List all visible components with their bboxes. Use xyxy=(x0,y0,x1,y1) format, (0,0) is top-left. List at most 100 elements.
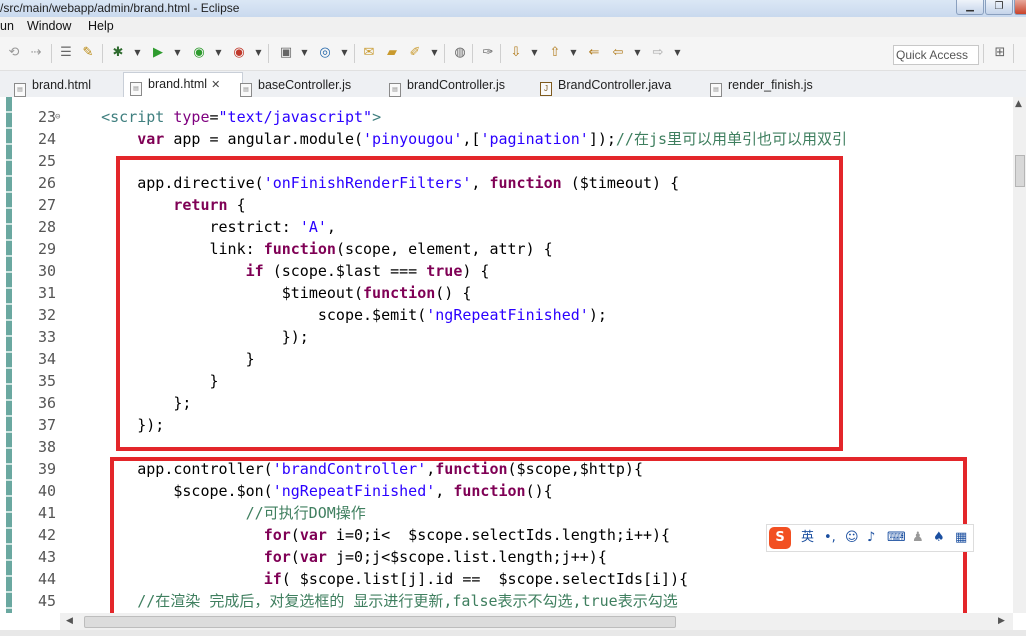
search-dropdown-icon[interactable]: ▼ xyxy=(430,45,439,61)
code-text: <script type="text/javascript"> xyxy=(65,106,381,128)
open-perspective-icon[interactable]: ⊞ xyxy=(992,45,1008,61)
tab-render-finish-js[interactable]: ▤ render_finish.js xyxy=(710,74,813,97)
scroll-left-icon[interactable]: ◀ xyxy=(66,616,73,626)
vertical-scroll-thumb[interactable] xyxy=(1015,155,1025,187)
prev-annotation-dropdown-icon[interactable]: ▼ xyxy=(569,45,578,61)
code-token: > xyxy=(372,108,382,126)
user-icon[interactable]: ♟ xyxy=(912,525,924,551)
punctuation-icon[interactable]: •, xyxy=(824,525,836,551)
scroll-right-icon[interactable]: ▶ xyxy=(998,616,1005,626)
toolbox-icon[interactable]: ▦ xyxy=(955,525,967,551)
new-class-dropdown-icon[interactable]: ▼ xyxy=(340,45,349,61)
code-token: app = angular.module( xyxy=(164,130,364,148)
pin-icon[interactable]: ✑ xyxy=(480,45,496,61)
code-token: "text/javascript" xyxy=(218,108,373,126)
code-token: 'pagination' xyxy=(480,130,589,148)
list-icon[interactable]: ☰ xyxy=(58,45,74,61)
code-token: < xyxy=(101,108,111,126)
code-text: var app = angular.module('pinyougou',['p… xyxy=(65,128,847,150)
code-token: = xyxy=(209,108,219,126)
search-icon[interactable]: ✐ xyxy=(407,45,423,61)
code-token: var xyxy=(137,130,165,148)
last-edit-icon[interactable]: ⇐ xyxy=(586,45,602,61)
coverage-dropdown-icon[interactable]: ▼ xyxy=(214,45,223,61)
keyboard-icon[interactable]: ⌨ xyxy=(887,525,906,551)
code-line[interactable]: 23 ⊖ <script type="text/javascript"> xyxy=(0,106,1013,128)
html-file-icon: ▤ xyxy=(130,82,142,96)
line-number: 34 xyxy=(37,350,56,368)
close-tab-icon[interactable]: ✕ xyxy=(211,79,220,91)
line-number: 24 xyxy=(37,130,56,148)
ime-language-label[interactable]: 英 xyxy=(801,525,814,551)
minimize-button[interactable]: ▁ xyxy=(956,0,984,15)
line-number: 38 xyxy=(37,438,56,456)
tab-label: BrandController.java xyxy=(558,78,672,92)
restore-button[interactable]: ❐ xyxy=(985,0,1013,15)
tab-brand-html-1[interactable]: ▤ brand.html xyxy=(14,74,92,97)
tab-label: baseController.js xyxy=(258,78,352,92)
html-file-icon: ▤ xyxy=(14,83,26,97)
tab-label: brand.html xyxy=(148,77,208,91)
fold-toggle-icon[interactable]: ⊖ xyxy=(55,106,60,128)
globe-icon[interactable]: ◍ xyxy=(452,45,468,61)
code-token: 'pinyougou' xyxy=(363,130,463,148)
code-token: ]); xyxy=(588,130,616,148)
menu-help[interactable]: Help xyxy=(88,19,114,33)
line-number: 42 xyxy=(37,526,56,544)
new-class-icon[interactable]: ◎ xyxy=(317,45,333,61)
quick-access-field[interactable]: Quick Access xyxy=(893,45,979,65)
scroll-up-icon[interactable]: ▲ xyxy=(1015,99,1022,109)
tab-basecontroller-js[interactable]: ▤ baseController.js xyxy=(240,74,352,97)
line-number: 27 xyxy=(37,196,56,214)
vertical-scrollbar[interactable]: ▲ xyxy=(1013,97,1026,613)
open-type-icon[interactable]: ✉ xyxy=(361,45,377,61)
new-server-icon[interactable]: ▣ xyxy=(278,45,294,61)
step-icon[interactable]: ⇢ xyxy=(28,45,44,61)
prev-annotation-icon[interactable]: ⇧ xyxy=(547,45,563,61)
line-number: 41 xyxy=(37,504,56,522)
emoji-icon[interactable]: ☺ xyxy=(845,525,859,551)
back-icon[interactable]: ⇦ xyxy=(610,45,626,61)
new-server-dropdown-icon[interactable]: ▼ xyxy=(300,45,309,61)
task-icon[interactable]: ✎ xyxy=(80,45,96,61)
line-number: 31 xyxy=(37,284,56,302)
close-button[interactable]: ✕ xyxy=(1014,0,1026,15)
external-tools-icon[interactable]: ◉ xyxy=(231,45,247,61)
editor-tab-bar: ▤ brand.html ▤ brand.html ✕ ▤ baseController… xyxy=(0,71,1026,99)
line-number: 40 xyxy=(37,482,56,500)
ime-toolbar[interactable]: S 英 •, ☺ ♪ ⌨ ♟ ♠ ▦ xyxy=(766,524,974,552)
line-number: 33 xyxy=(37,328,56,346)
code-line[interactable]: 24 var app = angular.module('pinyougou',… xyxy=(0,128,1013,150)
forward-icon[interactable]: ⇨ xyxy=(650,45,666,61)
js-file-icon: ▤ xyxy=(710,83,722,97)
tab-brandcontroller-js[interactable]: ▤ brandController.js xyxy=(389,74,505,97)
line-number: 39 xyxy=(37,460,56,478)
debug-icon[interactable]: ✱ xyxy=(110,45,126,61)
next-annotation-icon[interactable]: ⇩ xyxy=(508,45,524,61)
tab-label: brandController.js xyxy=(407,78,505,92)
microphone-icon[interactable]: ♪ xyxy=(867,525,875,551)
horizontal-scroll-thumb[interactable] xyxy=(84,616,676,628)
run-icon[interactable]: ▶ xyxy=(150,45,166,61)
skip-breakpoints-icon[interactable]: ⟲ xyxy=(6,45,22,61)
next-annotation-dropdown-icon[interactable]: ▼ xyxy=(530,45,539,61)
tab-label: brand.html xyxy=(32,78,92,92)
debug-dropdown-icon[interactable]: ▼ xyxy=(133,45,142,61)
menu-run[interactable]: un xyxy=(0,19,14,33)
toolbar: ⟲ ⇢ ☰ ✎ ✱ ▼ ▶ ▼ ◉ ▼ ◉ ▼ ▣ ▼ ◎ ▼ ✉ ▰ ✐ ▼ … xyxy=(0,37,1026,71)
forward-dropdown-icon[interactable]: ▼ xyxy=(673,45,682,61)
menu-window[interactable]: Window xyxy=(27,19,71,33)
line-number: 25 xyxy=(37,152,56,170)
external-tools-dropdown-icon[interactable]: ▼ xyxy=(254,45,263,61)
line-number: 36 xyxy=(37,394,56,412)
back-dropdown-icon[interactable]: ▼ xyxy=(633,45,642,61)
tab-brandcontroller-java[interactable]: J BrandController.java xyxy=(540,74,671,96)
js-file-icon: ▤ xyxy=(389,83,401,97)
tab-brand-html-2[interactable]: ▤ brand.html ✕ xyxy=(123,72,243,99)
open-folder-icon[interactable]: ▰ xyxy=(384,45,400,61)
horizontal-scrollbar[interactable]: ◀ ▶ xyxy=(60,613,1013,630)
highlight-box-directive xyxy=(116,156,843,451)
coverage-icon[interactable]: ◉ xyxy=(191,45,207,61)
skin-icon[interactable]: ♠ xyxy=(933,525,945,551)
run-dropdown-icon[interactable]: ▼ xyxy=(173,45,182,61)
